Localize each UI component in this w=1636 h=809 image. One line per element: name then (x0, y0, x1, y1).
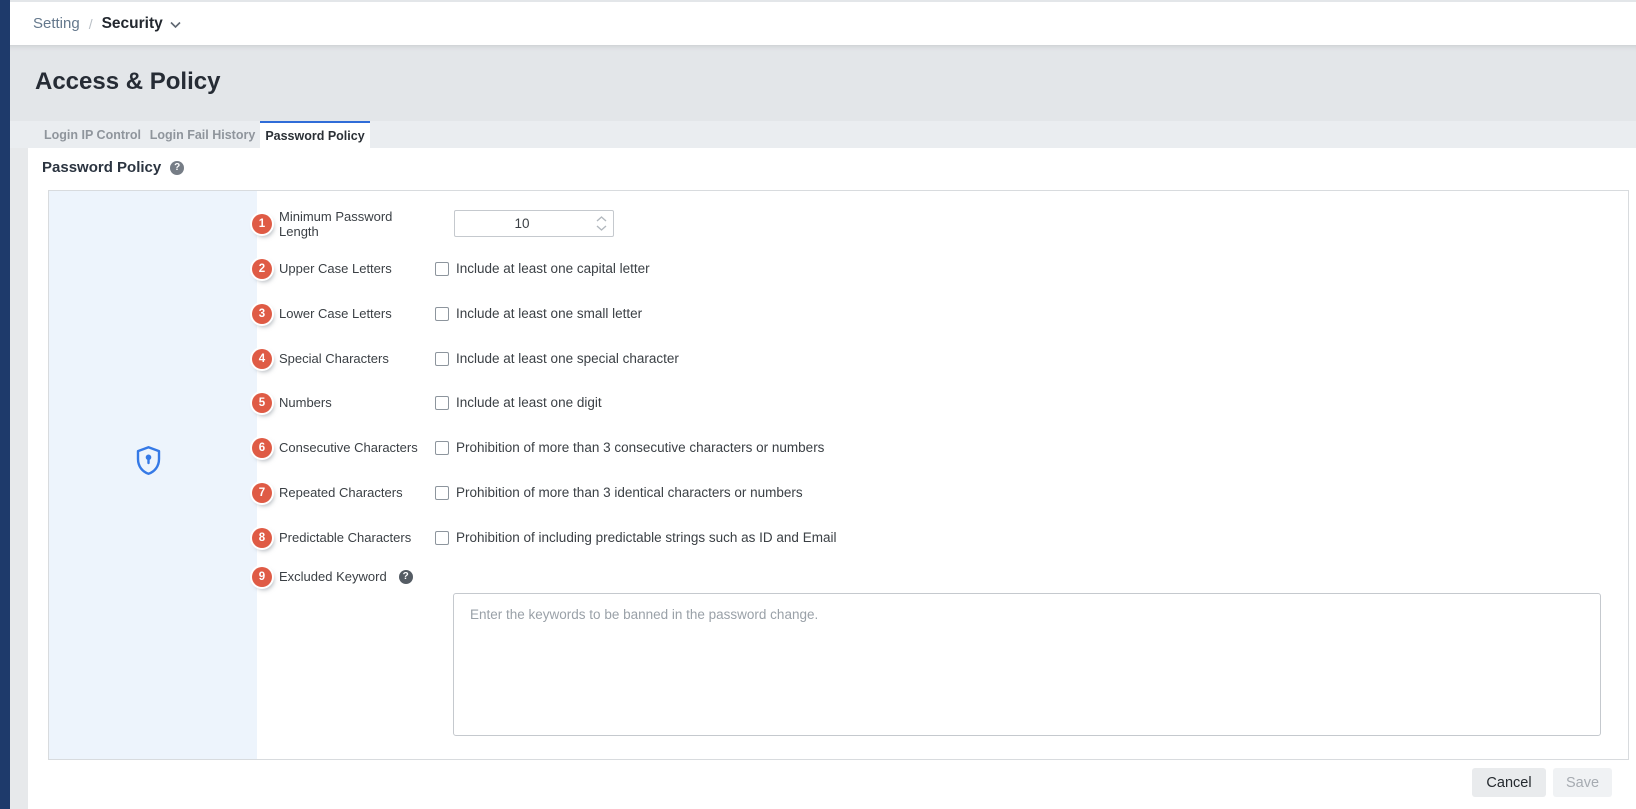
policy-row-consecutive-characters: 6 Consecutive Characters Prohibition of … (252, 425, 824, 470)
policy-row-min-length: 1 Minimum Password Length (252, 201, 614, 246)
numbers-checkbox[interactable] (435, 396, 449, 410)
row-label: Special Characters (279, 351, 435, 366)
min-length-input[interactable] (455, 211, 613, 236)
row-label: Lower Case Letters (279, 306, 435, 321)
checkbox-label: Prohibition of more than 3 consecutive c… (456, 440, 824, 455)
breadcrumb-item-setting[interactable]: Setting (33, 15, 80, 32)
breadcrumb: Setting / Security (10, 2, 1636, 45)
stepper-up-button[interactable] (596, 216, 607, 222)
step-badge: 5 (252, 393, 272, 413)
row-label: Excluded Keyword (279, 569, 387, 584)
upper-case-checkbox[interactable] (435, 262, 449, 276)
left-nav-rail (0, 0, 10, 809)
step-badge: 2 (252, 259, 272, 279)
policy-row-excluded-keyword: 9 Excluded Keyword ? (252, 554, 413, 599)
help-icon[interactable]: ? (170, 161, 184, 175)
security-settings-page: Setting / Security Access & Policy Login… (0, 0, 1636, 809)
chevron-up-icon (596, 216, 607, 222)
row-label: Upper Case Letters (279, 261, 435, 276)
password-policy-panel: 1 Minimum Password Length (48, 190, 1629, 760)
step-badge: 6 (252, 438, 272, 458)
predictable-characters-checkbox[interactable] (435, 531, 449, 545)
row-label: Numbers (279, 395, 435, 410)
section-header: Password Policy ? (42, 159, 184, 176)
stepper-arrows (592, 211, 610, 236)
checkbox-label: Include at least one small letter (456, 306, 642, 321)
policy-row-special-characters: 4 Special Characters Include at least on… (252, 336, 679, 381)
step-badge: 3 (252, 304, 272, 324)
stepper-down-button[interactable] (596, 225, 607, 231)
breadcrumb-separator: / (89, 16, 93, 32)
step-badge: 9 (252, 567, 272, 587)
left-gutter (10, 148, 28, 809)
help-icon[interactable]: ? (399, 570, 413, 584)
policy-row-numbers: 5 Numbers Include at least one digit (252, 380, 602, 425)
checkbox-label: Include at least one capital letter (456, 261, 650, 276)
tab-password-policy[interactable]: Password Policy (260, 121, 370, 148)
policy-row-repeated-characters: 7 Repeated Characters Prohibition of mor… (252, 470, 803, 515)
special-characters-checkbox[interactable] (435, 352, 449, 366)
tab-login-fail-history[interactable]: Login Fail History (145, 121, 260, 148)
page-title: Access & Policy (10, 45, 1636, 96)
tab-login-ip-control[interactable]: Login IP Control (40, 121, 145, 148)
row-label: Consecutive Characters (279, 440, 435, 455)
row-label: Predictable Characters (279, 530, 435, 545)
repeated-characters-checkbox[interactable] (435, 486, 449, 500)
policy-row-upper-case: 2 Upper Case Letters Include at least on… (252, 246, 650, 291)
consecutive-characters-checkbox[interactable] (435, 441, 449, 455)
step-badge: 1 (252, 214, 272, 234)
step-badge: 4 (252, 349, 272, 369)
illustration-column (49, 191, 257, 759)
step-badge: 7 (252, 483, 272, 503)
min-length-stepper (454, 210, 614, 237)
chevron-down-icon[interactable] (170, 21, 181, 29)
step-badge: 8 (252, 528, 272, 548)
checkbox-label: Include at least one special character (456, 351, 679, 366)
excluded-keyword-textarea[interactable] (453, 593, 1601, 736)
section-title: Password Policy (42, 159, 161, 176)
checkbox-label: Include at least one digit (456, 395, 602, 410)
policy-row-lower-case: 3 Lower Case Letters Include at least on… (252, 291, 642, 336)
checkbox-label: Prohibition of more than 3 identical cha… (456, 485, 803, 500)
lower-case-checkbox[interactable] (435, 307, 449, 321)
breadcrumb-item-security[interactable]: Security (102, 15, 163, 33)
tab-bar: Login IP Control Login Fail History Pass… (10, 121, 1636, 148)
checkbox-label: Prohibition of including predictable str… (456, 530, 836, 545)
row-label: Minimum Password Length (279, 209, 435, 239)
cancel-button[interactable]: Cancel (1472, 768, 1546, 797)
chevron-down-icon (596, 225, 607, 231)
save-button[interactable]: Save (1553, 768, 1612, 797)
row-label: Repeated Characters (279, 485, 435, 500)
footer-actions: Cancel Save (1472, 768, 1612, 797)
shield-lock-icon (135, 445, 162, 476)
page-header: Access & Policy (10, 45, 1636, 121)
